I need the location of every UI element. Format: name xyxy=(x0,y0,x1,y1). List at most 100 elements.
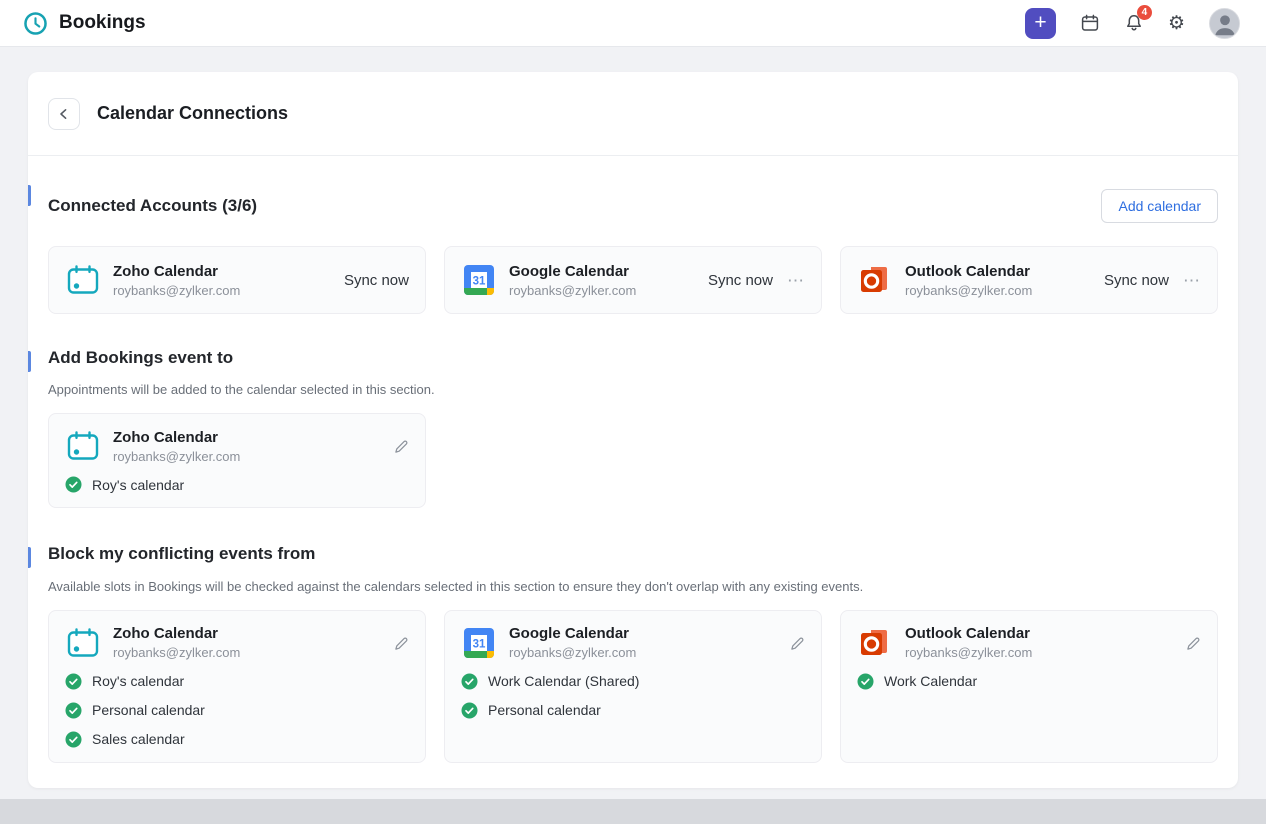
google-calendar-icon: 31 xyxy=(461,262,497,298)
block-card-google: 31 Google Calendar roybanks@zylker.com xyxy=(444,610,822,763)
edit-button[interactable] xyxy=(789,634,805,652)
calendar-name: Work Calendar xyxy=(884,673,977,689)
provider-name: Outlook Calendar xyxy=(905,625,1032,642)
zoho-calendar-icon xyxy=(65,262,101,298)
block-card-outlook: Outlook Calendar roybanks@zylker.com xyxy=(840,610,1218,763)
calendar-connections-panel: Calendar Connections Connected Accounts … xyxy=(28,72,1238,788)
section-description: Appointments will be added to the calend… xyxy=(48,382,1218,397)
app-title: Bookings xyxy=(59,12,146,34)
calendar-list-item: Personal calendar xyxy=(65,702,409,719)
calendar-name: Sales calendar xyxy=(92,731,185,747)
user-avatar[interactable] xyxy=(1209,8,1240,39)
section-title: Add Bookings event to xyxy=(48,348,1218,368)
provider-name: Zoho Calendar xyxy=(113,263,240,280)
check-circle-icon xyxy=(857,673,874,690)
calendar-list-item: Roy's calendar xyxy=(65,476,409,493)
avatar-silhouette-icon xyxy=(1210,9,1240,39)
connected-accounts-grid: Zoho Calendar roybanks@zylker.com Sync n… xyxy=(48,246,1218,314)
plus-icon: + xyxy=(1034,12,1046,33)
bookings-logo-icon xyxy=(22,10,49,37)
provider-name: Zoho Calendar xyxy=(113,429,240,446)
provider-email: roybanks@zylker.com xyxy=(509,645,636,660)
section-accent-bar xyxy=(28,185,31,206)
provider-email: roybanks@zylker.com xyxy=(509,283,636,298)
selected-calendars-list: Roy's calendar xyxy=(65,476,409,493)
page-title: Calendar Connections xyxy=(97,103,288,124)
provider-email: roybanks@zylker.com xyxy=(113,283,240,298)
provider-email: roybanks@zylker.com xyxy=(113,645,240,660)
check-circle-icon xyxy=(461,702,478,719)
pencil-icon xyxy=(393,636,409,652)
svg-text:31: 31 xyxy=(473,276,486,288)
sync-now-link[interactable]: Sync now xyxy=(708,272,773,289)
pencil-icon xyxy=(789,636,805,652)
calendar-list-item: Work Calendar (Shared) xyxy=(461,673,805,690)
panel-header: Calendar Connections xyxy=(28,72,1238,156)
outlook-calendar-icon xyxy=(857,262,893,298)
chevron-left-icon xyxy=(57,107,71,121)
calendar-list-item: Sales calendar xyxy=(65,731,409,748)
topbar: Bookings + 4 ⚙ xyxy=(0,0,1266,47)
page-content: Calendar Connections Connected Accounts … xyxy=(0,47,1266,788)
check-circle-icon xyxy=(65,476,82,493)
add-calendar-button[interactable]: Add calendar xyxy=(1101,189,1218,223)
more-options-icon[interactable]: ⋯ xyxy=(787,272,805,289)
create-new-button[interactable]: + xyxy=(1025,8,1056,39)
edit-button[interactable] xyxy=(393,634,409,652)
section-block-events: Block my conflicting events from Availab… xyxy=(28,544,1238,762)
edit-button[interactable] xyxy=(1185,634,1201,652)
zoho-calendar-icon xyxy=(65,625,101,661)
back-button[interactable] xyxy=(48,98,80,130)
calendar-list-item: Personal calendar xyxy=(461,702,805,719)
provider-email: roybanks@zylker.com xyxy=(113,449,240,464)
calendar-list-item: Work Calendar xyxy=(857,673,1201,690)
section-title: Block my conflicting events from xyxy=(48,544,1218,564)
section-connected-accounts: Connected Accounts (3/6) Add calendar Zo… xyxy=(28,182,1238,314)
check-circle-icon xyxy=(65,731,82,748)
check-circle-icon xyxy=(461,673,478,690)
topbar-actions: + 4 ⚙ xyxy=(1025,8,1240,39)
selected-calendars-list: Roy's calendar Personal calendar Sales c… xyxy=(65,673,409,748)
provider-email: roybanks@zylker.com xyxy=(905,283,1032,298)
google-calendar-icon: 31 xyxy=(461,625,497,661)
section-add-event-to: Add Bookings event to Appointments will … xyxy=(28,348,1238,508)
section-accent-bar xyxy=(28,547,31,568)
svg-text:31: 31 xyxy=(473,638,486,650)
provider-name: Outlook Calendar xyxy=(905,263,1032,280)
check-circle-icon xyxy=(65,702,82,719)
provider-email: roybanks@zylker.com xyxy=(905,645,1032,660)
notifications-button[interactable]: 4 xyxy=(1124,13,1144,33)
more-options-icon[interactable]: ⋯ xyxy=(1183,272,1201,289)
edit-button[interactable] xyxy=(393,437,409,455)
connected-card-google: 31 Google Calendar roybanks@zylker.com S… xyxy=(444,246,822,314)
outlook-calendar-icon xyxy=(857,625,893,661)
calendar-name: Work Calendar (Shared) xyxy=(488,673,639,689)
provider-name: Google Calendar xyxy=(509,263,636,280)
block-events-grid: Zoho Calendar roybanks@zylker.com xyxy=(48,610,1218,763)
calendar-list-item: Roy's calendar xyxy=(65,673,409,690)
settings-button[interactable]: ⚙ xyxy=(1168,14,1185,33)
section-description: Available slots in Bookings will be chec… xyxy=(48,579,1218,594)
provider-name: Google Calendar xyxy=(509,625,636,642)
page-footer-strip xyxy=(0,799,1266,824)
provider-name: Zoho Calendar xyxy=(113,625,240,642)
selected-calendars-list: Work Calendar xyxy=(857,673,1201,690)
calendar-name: Personal calendar xyxy=(488,702,601,718)
block-card-zoho: Zoho Calendar roybanks@zylker.com xyxy=(48,610,426,763)
calendar-name: Roy's calendar xyxy=(92,673,184,689)
calendar-icon xyxy=(1080,13,1100,33)
zoho-calendar-icon xyxy=(65,428,101,464)
pencil-icon xyxy=(1185,636,1201,652)
section-accent-bar xyxy=(28,351,31,372)
brand: Bookings xyxy=(22,10,146,37)
section-title: Connected Accounts (3/6) xyxy=(48,196,257,216)
notification-badge: 4 xyxy=(1137,5,1152,20)
pencil-icon xyxy=(393,439,409,455)
connected-card-zoho: Zoho Calendar roybanks@zylker.com Sync n… xyxy=(48,246,426,314)
calendar-name: Personal calendar xyxy=(92,702,205,718)
sync-now-link[interactable]: Sync now xyxy=(344,272,409,289)
calendar-view-button[interactable] xyxy=(1080,13,1100,33)
gear-icon: ⚙ xyxy=(1168,14,1185,33)
selected-calendars-list: Work Calendar (Shared) Personal calendar xyxy=(461,673,805,719)
sync-now-link[interactable]: Sync now xyxy=(1104,272,1169,289)
